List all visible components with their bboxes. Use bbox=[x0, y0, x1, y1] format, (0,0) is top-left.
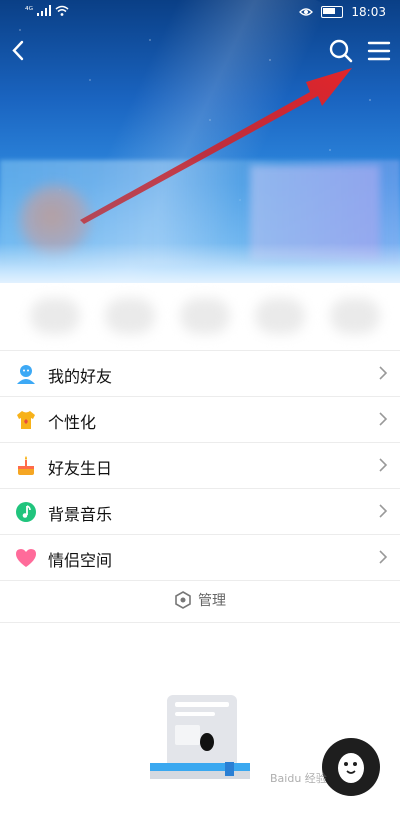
search-icon bbox=[329, 39, 353, 63]
chevron-right-icon bbox=[379, 366, 388, 380]
heart-icon bbox=[16, 549, 36, 567]
feature-list: 我的好友 个性化 好友生日 背景音乐 情侣空间 bbox=[0, 350, 400, 581]
eye-icon bbox=[299, 8, 314, 16]
chevron-left-icon bbox=[12, 40, 24, 61]
status-bar: ⁴ᴳ 18:03 bbox=[0, 0, 400, 26]
blurred-stat bbox=[105, 298, 155, 334]
chevron-right-icon bbox=[379, 504, 388, 518]
list-item-friend-birthday[interactable]: 好友生日 bbox=[0, 443, 400, 489]
signal-icon bbox=[37, 5, 51, 16]
more-menu-button[interactable] bbox=[364, 36, 394, 66]
blurred-stat bbox=[330, 298, 380, 334]
manage-button[interactable]: 管理 bbox=[0, 577, 400, 623]
list-item-my-friends[interactable]: 我的好友 bbox=[0, 351, 400, 397]
hexagon-settings-icon bbox=[175, 590, 191, 609]
list-item-label: 个性化 bbox=[48, 413, 97, 432]
battery-icon bbox=[321, 6, 344, 18]
qq-assistant-button[interactable] bbox=[322, 738, 380, 796]
shirt-icon bbox=[17, 411, 35, 429]
list-item-background-music[interactable]: 背景音乐 bbox=[0, 489, 400, 535]
back-button[interactable] bbox=[4, 36, 34, 66]
list-item-couple-space[interactable]: 情侣空间 bbox=[0, 535, 400, 581]
list-item-label: 情侣空间 bbox=[48, 551, 113, 570]
cloud-fade bbox=[0, 243, 400, 283]
chevron-right-icon bbox=[379, 412, 388, 426]
chevron-right-icon bbox=[379, 458, 388, 472]
watermark: Baidu 经验 bbox=[270, 772, 327, 785]
manage-label: 管理 bbox=[198, 592, 226, 609]
list-item-label: 背景音乐 bbox=[48, 505, 113, 524]
blurred-stat bbox=[30, 298, 80, 334]
penguin-icon bbox=[338, 753, 364, 783]
wifi-icon bbox=[55, 5, 69, 16]
list-item-label: 我的好友 bbox=[48, 367, 113, 386]
status-right: 18:03 bbox=[299, 5, 386, 19]
empty-state-illustration bbox=[150, 695, 250, 779]
cake-icon bbox=[18, 456, 34, 475]
blurred-stat bbox=[180, 298, 230, 334]
chevron-right-icon bbox=[379, 550, 388, 564]
network-type: ⁴ᴳ bbox=[25, 5, 33, 16]
list-item-label: 好友生日 bbox=[48, 459, 113, 478]
friends-icon bbox=[17, 365, 35, 384]
blurred-stat bbox=[255, 298, 305, 334]
music-note-icon bbox=[16, 502, 36, 522]
hamburger-menu-icon bbox=[367, 41, 391, 61]
clock: 18:03 bbox=[351, 5, 386, 19]
search-button[interactable] bbox=[326, 36, 356, 66]
status-left: ⁴ᴳ bbox=[25, 5, 69, 16]
list-item-personalization[interactable]: 个性化 bbox=[0, 397, 400, 443]
